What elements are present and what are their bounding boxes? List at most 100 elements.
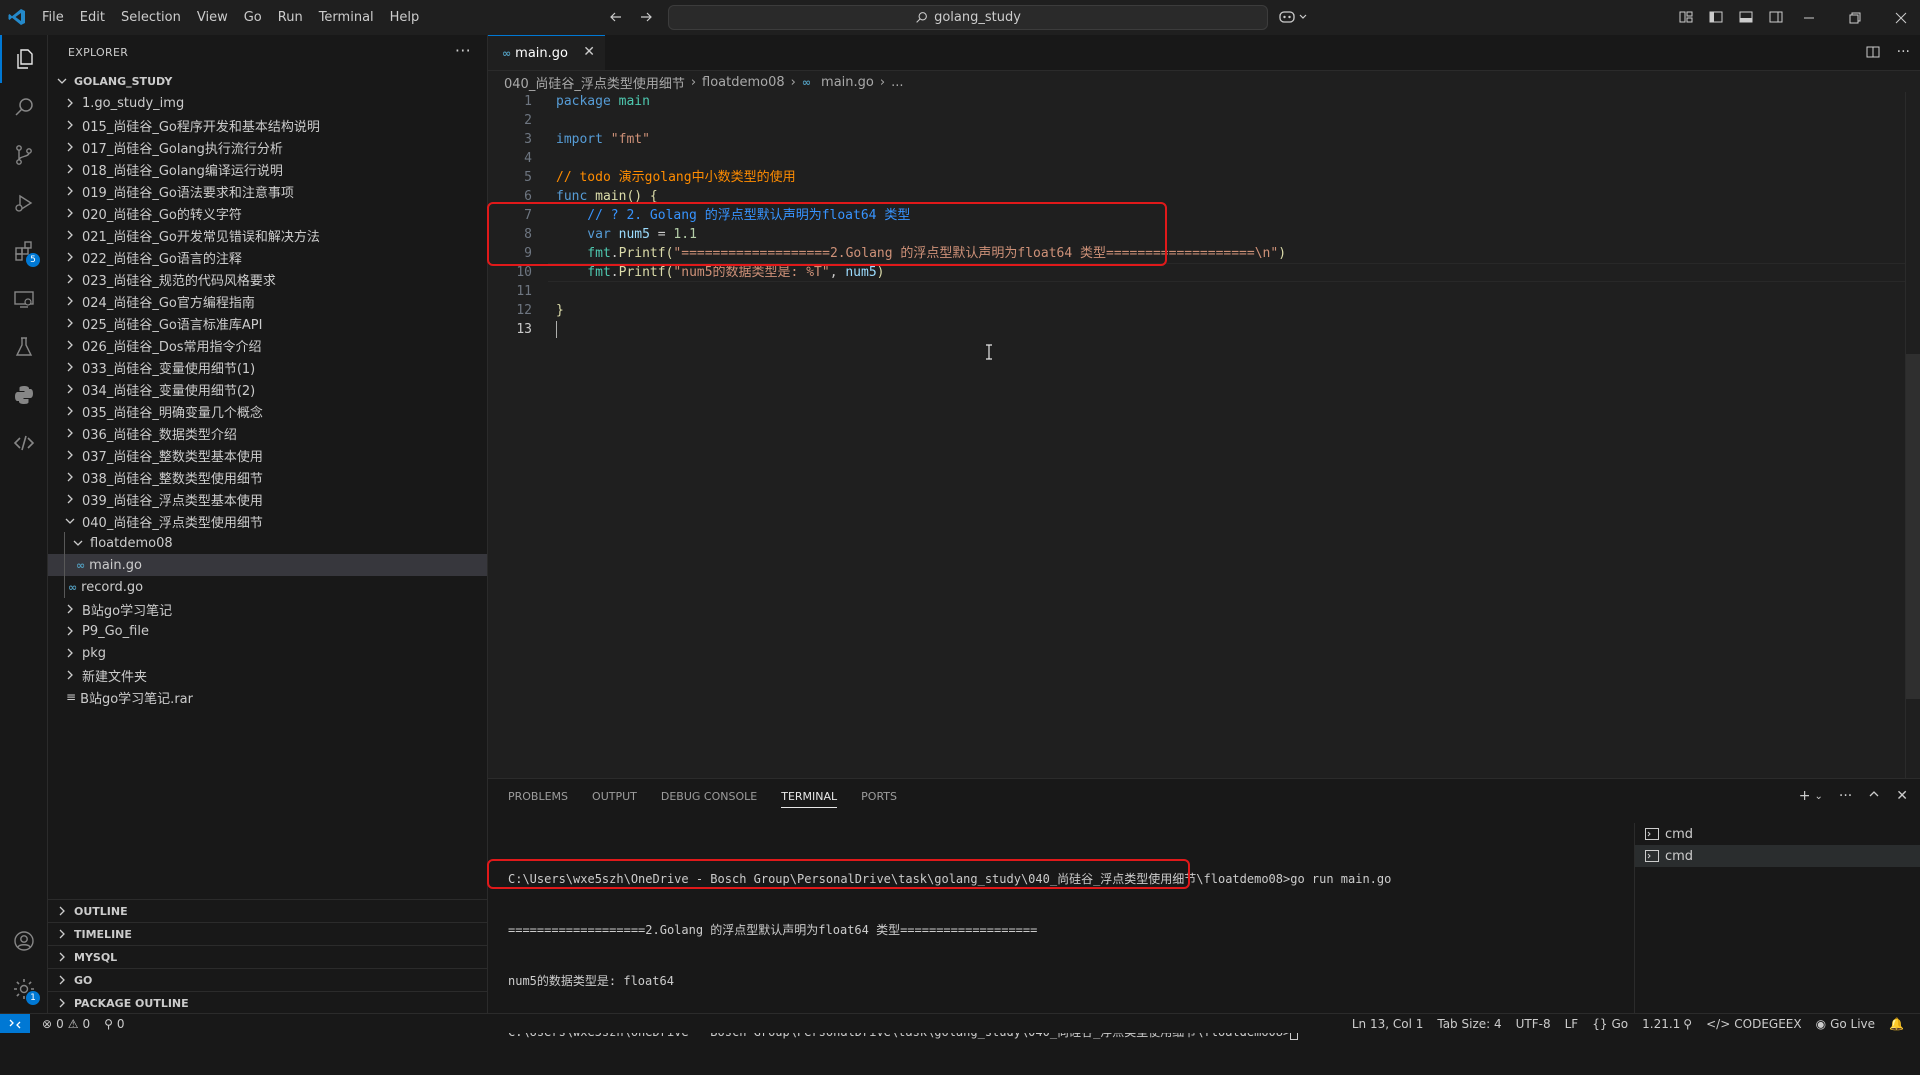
- workspace-root[interactable]: GOLANG_STUDY: [48, 70, 487, 92]
- menu-view[interactable]: View: [189, 10, 236, 25]
- notifications-bell-icon[interactable]: 🔔: [1889, 1017, 1904, 1031]
- menu-go[interactable]: Go: [236, 10, 270, 25]
- folder-item[interactable]: 015_尚硅谷_Go程序开发和基本结构说明: [48, 114, 487, 136]
- menu-file[interactable]: File: [34, 10, 72, 25]
- tab-problems[interactable]: PROBLEMS: [508, 790, 568, 803]
- customize-layout-icon[interactable]: [1678, 9, 1694, 25]
- toggle-panel-icon[interactable]: [1738, 9, 1754, 25]
- ports-status[interactable]: ⚲ 0: [104, 1017, 124, 1031]
- extensions-icon[interactable]: 5: [0, 227, 47, 275]
- folder-item[interactable]: 034_尚硅谷_变量使用细节(2): [48, 378, 487, 400]
- folder-item[interactable]: 036_尚硅谷_数据类型介绍: [48, 422, 487, 444]
- terminal-instance[interactable]: cmd: [1635, 845, 1920, 867]
- tab-output[interactable]: OUTPUT: [592, 790, 637, 803]
- menu-run[interactable]: Run: [270, 10, 311, 25]
- file-item[interactable]: ∞ record.go: [48, 576, 487, 598]
- folder-item[interactable]: 035_尚硅谷_明确变量几个概念: [48, 400, 487, 422]
- more-actions-icon[interactable]: ···: [1839, 788, 1852, 804]
- folder-item[interactable]: 017_尚硅谷_Golang执行流行分析: [48, 136, 487, 158]
- scrollbar-thumb[interactable]: [1906, 354, 1920, 699]
- menu-edit[interactable]: Edit: [72, 10, 113, 25]
- remote-explorer-icon[interactable]: [0, 275, 47, 323]
- close-tab-icon[interactable]: ✕: [583, 44, 595, 60]
- go-live-status[interactable]: ◉ Go Live: [1816, 1017, 1875, 1031]
- maximize-panel-icon[interactable]: [1868, 788, 1880, 804]
- tab-size[interactable]: Tab Size: 4: [1437, 1017, 1501, 1031]
- breadcrumb-folder[interactable]: 040_尚硅谷_浮点类型使用细节: [504, 73, 685, 92]
- sidebar-section-package-outline[interactable]: PACKAGE OUTLINE: [48, 991, 487, 1014]
- tab-main-go[interactable]: ∞ main.go ✕: [488, 35, 605, 70]
- back-arrow-icon[interactable]: [608, 9, 624, 25]
- folder-item[interactable]: 025_尚硅谷_Go语言标准库API: [48, 312, 487, 334]
- go-version[interactable]: 1.21.1 ⚲: [1642, 1017, 1692, 1031]
- new-terminal-icon[interactable]: +: [1799, 788, 1811, 804]
- folder-item[interactable]: P9_Go_file: [48, 620, 487, 642]
- file-item[interactable]: ∞ main.go: [48, 554, 487, 576]
- encoding[interactable]: UTF-8: [1516, 1017, 1551, 1031]
- folder-item[interactable]: 024_尚硅谷_Go官方编程指南: [48, 290, 487, 312]
- terminal-instance[interactable]: cmd: [1635, 823, 1920, 845]
- sidebar-section-mysql[interactable]: MYSQL: [48, 945, 487, 968]
- folder-item[interactable]: 023_尚硅谷_规范的代码风格要求: [48, 268, 487, 290]
- python-icon[interactable]: [0, 371, 47, 419]
- more-actions-icon[interactable]: ···: [1897, 44, 1910, 60]
- folder-item[interactable]: 019_尚硅谷_Go语法要求和注意事项: [48, 180, 487, 202]
- source-control-icon[interactable]: [0, 131, 47, 179]
- split-editor-icon[interactable]: [1865, 44, 1881, 60]
- folder-item[interactable]: 018_尚硅谷_Golang编译运行说明: [48, 158, 487, 180]
- folder-item[interactable]: 037_尚硅谷_整数类型基本使用: [48, 444, 487, 466]
- close-window-icon[interactable]: [1878, 0, 1920, 35]
- folder-item[interactable]: 038_尚硅谷_整数类型使用细节: [48, 466, 487, 488]
- restore-icon[interactable]: [1832, 0, 1878, 35]
- folder-item[interactable]: 020_尚硅谷_Go的转义字符: [48, 202, 487, 224]
- close-panel-icon[interactable]: ✕: [1896, 788, 1908, 804]
- folder-item[interactable]: 021_尚硅谷_Go开发常见错误和解决方法: [48, 224, 487, 246]
- explorer-activity-icon[interactable]: [0, 35, 47, 83]
- toggle-primary-sidebar-icon[interactable]: [1708, 9, 1724, 25]
- folder-item[interactable]: floatdemo08: [48, 532, 487, 554]
- folder-item[interactable]: 新建文件夹: [48, 664, 487, 686]
- sidebar-section-timeline[interactable]: TIMELINE: [48, 922, 487, 945]
- tab-debug-console[interactable]: DEBUG CONSOLE: [661, 790, 757, 803]
- run-debug-icon[interactable]: [0, 179, 47, 227]
- remote-indicator-icon[interactable]: [0, 1014, 30, 1033]
- editor-scrollbar[interactable]: [1905, 92, 1920, 778]
- end-of-line[interactable]: LF: [1565, 1017, 1579, 1031]
- breadcrumb-symbol[interactable]: ...: [891, 75, 903, 90]
- menu-selection[interactable]: Selection: [113, 10, 189, 25]
- cursor-position[interactable]: Ln 13, Col 1: [1352, 1017, 1424, 1031]
- folder-item[interactable]: 039_尚硅谷_浮点类型基本使用: [48, 488, 487, 510]
- menu-terminal[interactable]: Terminal: [311, 10, 382, 25]
- tab-ports[interactable]: PORTS: [861, 790, 897, 803]
- minimize-icon[interactable]: [1786, 0, 1832, 35]
- codegeex-icon[interactable]: [0, 419, 47, 467]
- menu-help[interactable]: Help: [382, 10, 428, 25]
- command-center-search[interactable]: golang_study: [668, 5, 1268, 30]
- toggle-secondary-sidebar-icon[interactable]: [1768, 9, 1784, 25]
- search-activity-icon[interactable]: [0, 83, 47, 131]
- sidebar-section-go[interactable]: GO: [48, 968, 487, 991]
- folder-item[interactable]: B站go学习笔记: [48, 598, 487, 620]
- folder-item[interactable]: 040_尚硅谷_浮点类型使用细节: [48, 510, 487, 532]
- explorer-more-actions-icon[interactable]: ···: [455, 41, 471, 60]
- file-item[interactable]: ≡ B站go学习笔记.rar: [48, 686, 487, 708]
- tab-terminal[interactable]: TERMINAL: [781, 790, 838, 808]
- language-mode[interactable]: {} Go: [1592, 1017, 1628, 1031]
- folder-item[interactable]: 1.go_study_img: [48, 92, 487, 114]
- testing-flask-icon[interactable]: [0, 323, 47, 371]
- copilot-button[interactable]: [1278, 9, 1308, 25]
- line-number: 12: [516, 303, 532, 318]
- folder-item[interactable]: 022_尚硅谷_Go语言的注释: [48, 246, 487, 268]
- folder-item[interactable]: 033_尚硅谷_变量使用细节(1): [48, 356, 487, 378]
- folder-item[interactable]: 026_尚硅谷_Dos常用指令介绍: [48, 334, 487, 356]
- accounts-icon[interactable]: [0, 917, 47, 965]
- breadcrumb-subfolder[interactable]: floatdemo08: [702, 75, 785, 90]
- chevron-down-icon[interactable]: ⌄: [1815, 791, 1823, 804]
- forward-arrow-icon[interactable]: [638, 9, 654, 25]
- codegeex-status[interactable]: </> CODEGEEX: [1706, 1017, 1802, 1031]
- settings-gear-icon[interactable]: 1: [0, 965, 47, 1013]
- breadcrumb-file[interactable]: main.go: [821, 75, 874, 90]
- problems-status[interactable]: ⊗ 0 ⚠ 0: [42, 1017, 90, 1031]
- folder-item[interactable]: pkg: [48, 642, 487, 664]
- sidebar-section-outline[interactable]: OUTLINE: [48, 899, 487, 922]
